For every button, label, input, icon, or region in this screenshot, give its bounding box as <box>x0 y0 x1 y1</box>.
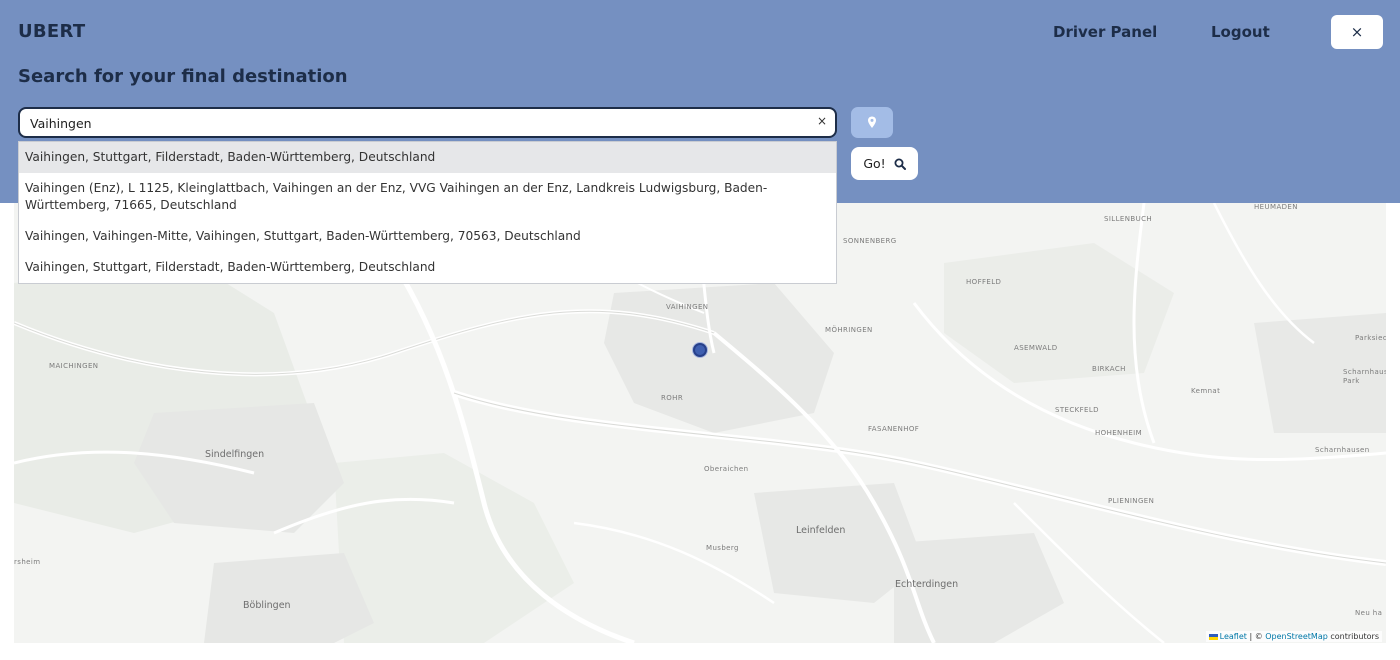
place-label: Leinfelden <box>796 525 846 536</box>
suggestion-item[interactable]: Vaihingen, Stuttgart, Filderstadt, Baden… <box>19 252 836 283</box>
magnifier-icon <box>894 158 906 170</box>
place-label: Scharnhausen <box>1315 446 1370 454</box>
ukraine-flag-icon <box>1208 633 1218 640</box>
use-location-button[interactable] <box>851 107 893 138</box>
place-label: PLIENINGEN <box>1108 497 1155 505</box>
location-marker[interactable] <box>693 343 707 357</box>
place-label: Echterdingen <box>895 579 959 590</box>
place-label: HEUMADEN <box>1254 203 1298 211</box>
driver-panel-link[interactable]: Driver Panel <box>1053 23 1157 41</box>
place-label: Oberaichen <box>704 465 749 473</box>
place-label: HOFFELD <box>966 278 1002 286</box>
openstreetmap-link[interactable]: OpenStreetMap <box>1265 632 1328 641</box>
place-label: FASANENHOF <box>868 425 920 433</box>
place-label: MÖHRINGEN <box>825 326 873 334</box>
suggestion-item[interactable]: Vaihingen (Enz), L 1125, Kleinglattbach,… <box>19 173 836 221</box>
search-suggestions-list: Vaihingen, Stuttgart, Filderstadt, Baden… <box>18 141 837 284</box>
close-icon: × <box>1350 23 1364 41</box>
go-search-button[interactable]: Go! <box>851 147 918 180</box>
place-label: rsheim <box>14 558 41 566</box>
place-label: Sindelfingen <box>205 449 265 460</box>
logout-link[interactable]: Logout <box>1211 23 1270 41</box>
place-label: ROHR <box>661 394 684 402</box>
place-label: STECKFELD <box>1055 406 1099 414</box>
page-title: Search for your final destination <box>18 66 348 87</box>
place-label: Scharnhaus Park <box>1343 368 1386 385</box>
destination-search-box: × <box>18 107 837 138</box>
leaflet-link[interactable]: Leaflet <box>1220 632 1247 641</box>
place-label: ASEMWALD <box>1014 344 1058 352</box>
place-label: VAIHINGEN <box>666 303 709 311</box>
go-button-label: Go! <box>863 156 886 171</box>
place-label: Böblingen <box>243 600 291 611</box>
place-label: SILLENBUCH <box>1104 215 1153 223</box>
map-pin-icon <box>868 116 876 128</box>
place-label: MAICHINGEN <box>49 362 99 370</box>
map-attribution: Leaflet | © OpenStreetMap contributors <box>1205 631 1382 642</box>
suggestion-item[interactable]: Vaihingen, Vaihingen-Mitte, Vaihingen, S… <box>19 221 836 252</box>
place-label: HOHENHEIM <box>1095 429 1143 437</box>
clear-search-icon[interactable]: × <box>817 114 827 128</box>
place-label: Musberg <box>706 544 739 552</box>
brand-logo[interactable]: UBERT <box>18 21 85 42</box>
destination-search-input[interactable] <box>30 114 800 132</box>
place-label: SONNENBERG <box>843 237 897 245</box>
place-label: Kemnat <box>1191 387 1221 395</box>
place-label: Parksied <box>1355 334 1386 342</box>
place-label: Neu ha <box>1355 609 1383 617</box>
suggestion-item[interactable]: Vaihingen, Stuttgart, Filderstadt, Baden… <box>19 142 836 173</box>
close-button[interactable]: × <box>1331 15 1383 49</box>
place-label: BIRKACH <box>1092 365 1126 373</box>
